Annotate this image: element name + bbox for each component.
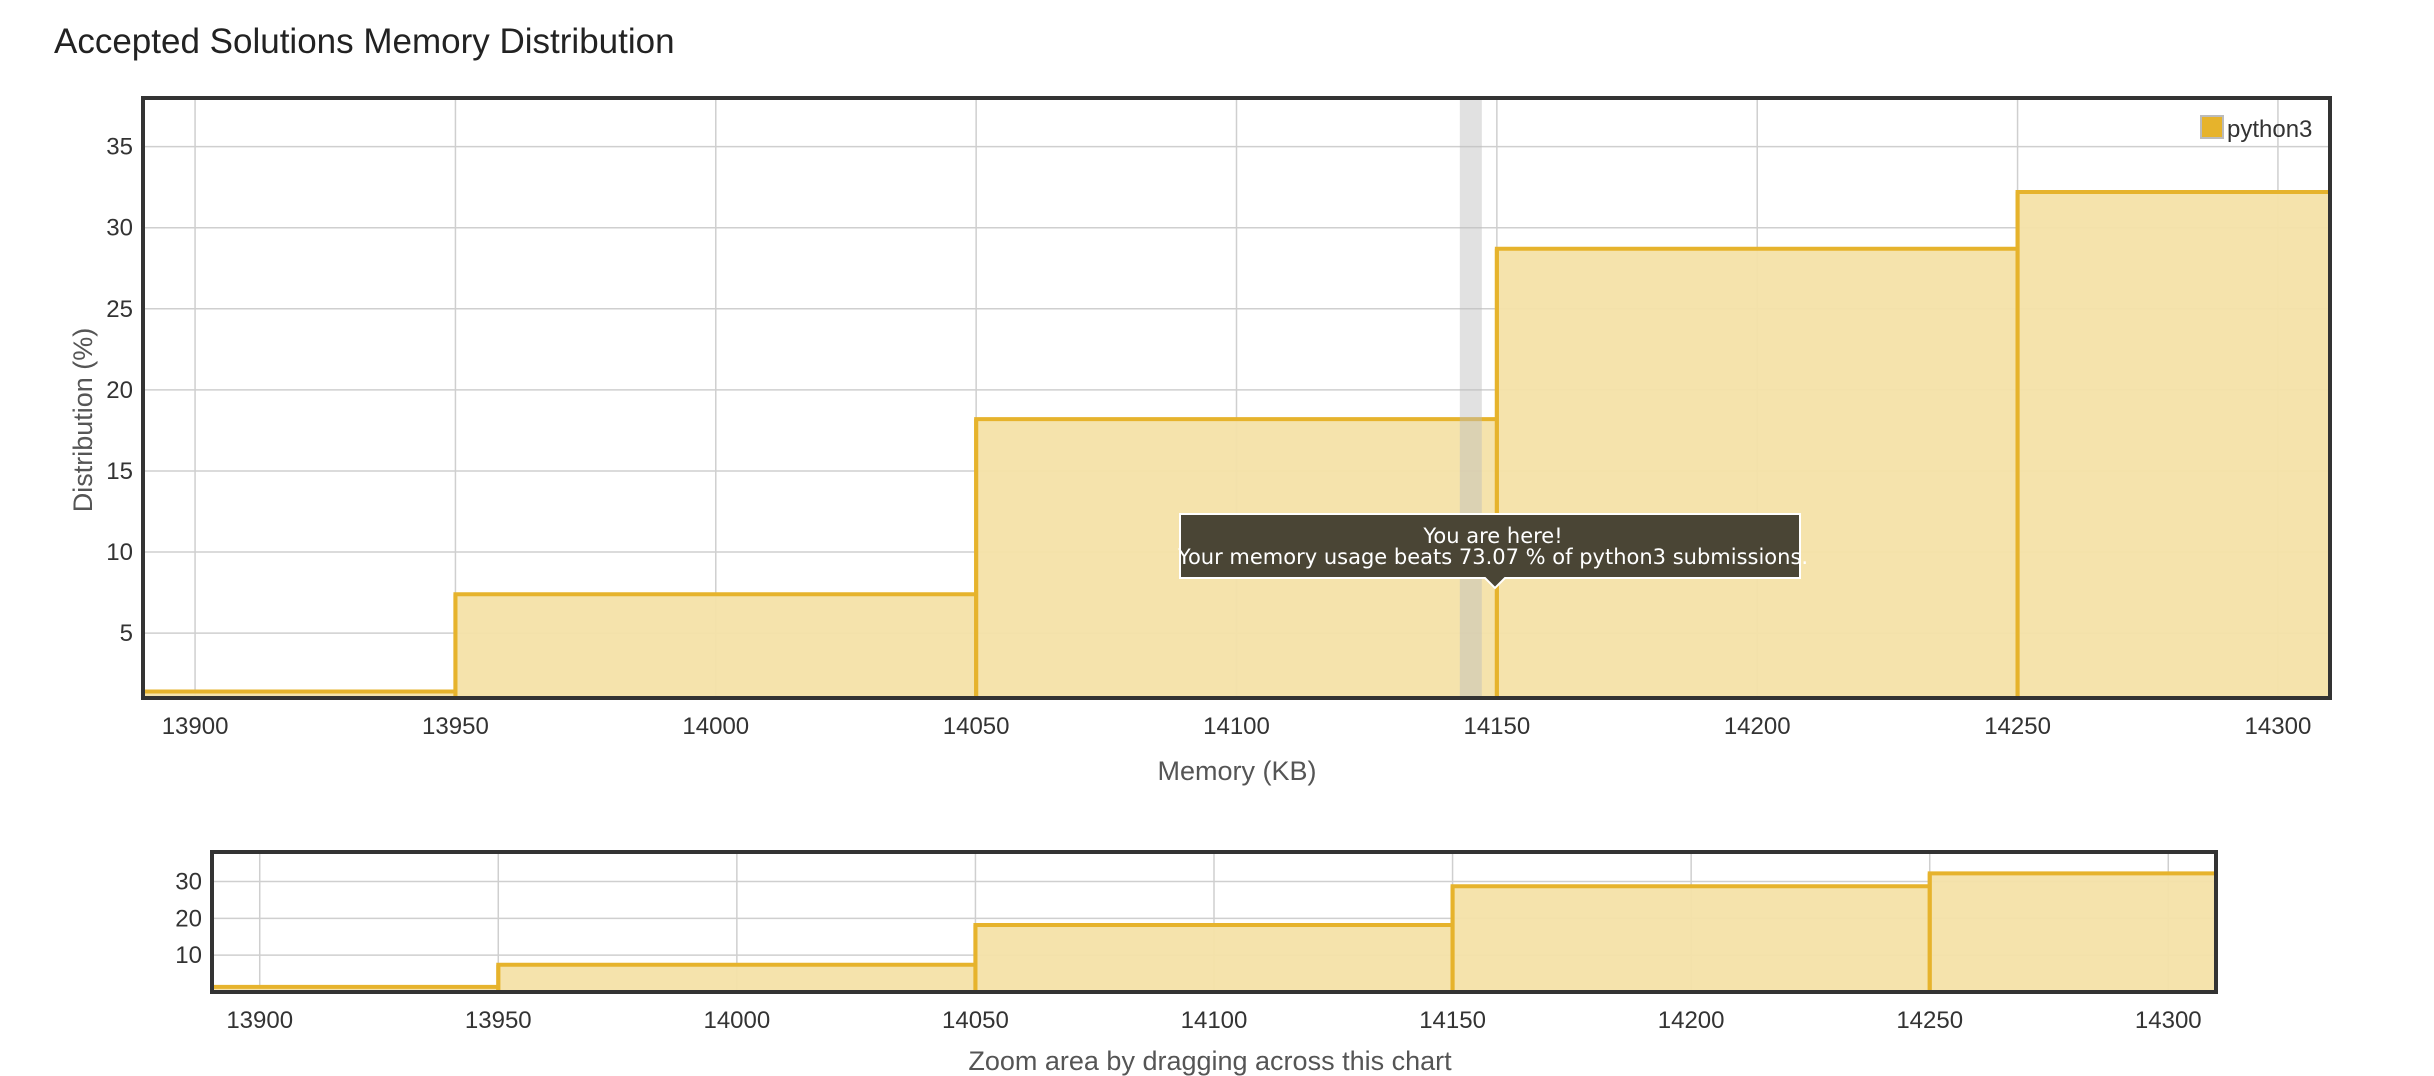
x-tick-label: 14150: [1463, 713, 1530, 740]
histogram-bin: [1929, 873, 2216, 992]
x-tick-label: 13950: [465, 1007, 532, 1034]
memory-distribution-chart[interactable]: 13900 13950 14000 14050 14100 14150 14200 14250…: [0, 0, 2434, 1076]
x-tick-label: 14100: [1181, 1007, 1248, 1034]
navigator-caption: Zoom area by dragging across this chart: [968, 1046, 1452, 1076]
x-tick-label: 14200: [1724, 713, 1791, 740]
navigator-x-ticks: 13900 13950 14000 14050 14100 14150 14200 14250…: [226, 1007, 2201, 1034]
x-axis-label: Memory (KB): [1157, 756, 1316, 786]
x-tick-label: 14050: [943, 713, 1010, 740]
x-tick-label: 14050: [942, 1007, 1009, 1034]
histogram-bin: [2017, 192, 2330, 698]
y-tick-label: 10: [175, 942, 202, 969]
x-tick-label: 14200: [1658, 1007, 1725, 1034]
x-tick-label: 14250: [1984, 713, 2051, 740]
legend-swatch-python3: [2200, 115, 2224, 139]
x-tick-label: 13950: [422, 713, 489, 740]
x-tick-label: 14100: [1203, 713, 1270, 740]
y-tick-label: 25: [106, 296, 133, 323]
y-tick-label: 20: [175, 905, 202, 932]
x-tick-label: 14150: [1419, 1007, 1486, 1034]
tooltip-line2: Your memory usage beats 73.07 % of pytho…: [1177, 545, 1808, 569]
x-tick-label: 13900: [226, 1007, 293, 1034]
y-tick-label: 35: [106, 134, 133, 161]
x-tick-label: 14000: [682, 713, 749, 740]
main-x-ticks: 13900 13950 14000 14050 14100 14150 14200 14250…: [162, 713, 2312, 740]
highlight-band: [1459, 98, 1482, 698]
x-tick-label: 14000: [703, 1007, 770, 1034]
x-tick-label: 14250: [1896, 1007, 1963, 1034]
histogram-bin: [498, 964, 976, 992]
legend[interactable]: python3: [2200, 115, 2312, 143]
x-tick-label: 13900: [162, 713, 229, 740]
histogram-bin: [975, 924, 1453, 992]
histogram-bin: [1452, 886, 1930, 992]
y-tick-label: 30: [175, 868, 202, 895]
y-tick-label: 20: [106, 377, 133, 404]
histogram-bin: [455, 594, 977, 698]
histogram-bin: [1496, 248, 2018, 699]
x-tick-label: 14300: [2135, 1007, 2202, 1034]
current-submission-marker: [1459, 98, 1482, 698]
y-tick-label: 30: [106, 215, 133, 242]
navigator-y-ticks: 10 20 30: [175, 868, 202, 969]
y-tick-label: 15: [106, 458, 133, 485]
y-tick-label: 10: [106, 539, 133, 566]
y-tick-label: 5: [120, 620, 133, 647]
main-y-ticks: 5 10 15 20 25 30 35: [106, 134, 133, 647]
tooltip: You are here! Your memory usage beats 73…: [1177, 513, 1808, 590]
x-tick-label: 14300: [2245, 713, 2312, 740]
legend-label-python3: python3: [2227, 116, 2312, 143]
y-axis-label: Distribution (%): [68, 328, 98, 513]
